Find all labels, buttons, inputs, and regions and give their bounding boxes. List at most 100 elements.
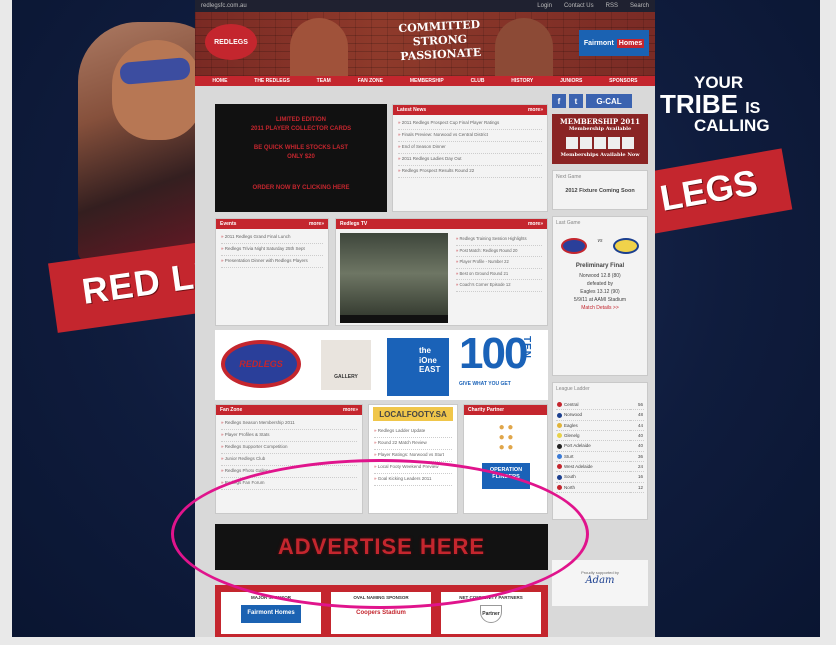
last-game-title: Preliminary Final [575,263,625,269]
ione-east-logo[interactable]: the iOne EAST [387,338,449,396]
team-color-icon [557,474,562,480]
list-item[interactable]: Round 22 Match Review [374,438,452,450]
ladder-team-cell: Eagles [556,420,631,431]
feature-line-4: ONLY $20 [287,154,315,160]
last-game-venue: 5/9/11 at AAMI Stadium [573,296,627,303]
nav-club[interactable]: CLUB [471,78,485,84]
ladder-points: 40 [630,440,644,452]
top-link-contact[interactable]: Contact Us [564,3,594,9]
top-link-login[interactable]: Login [537,3,552,9]
last-game-score-1: Norwood 12.8 (80) [579,272,621,279]
major-sponsor-logo: Fairmont Homes [241,605,301,623]
hundred-ten-logo[interactable]: 100 TEN GIVE WHAT YOU GET [459,332,543,396]
nav-juniors[interactable]: JUNIORS [560,78,582,84]
membership-footer: Memberships Available Now [560,152,640,158]
ladder-row[interactable]: South 16 [556,471,644,483]
header-sponsor-logo[interactable]: Fairmont Homes [579,30,649,56]
sponsor-part-1: Fairmont [583,39,614,47]
fan-zone-header: Fan Zone more» [216,405,362,415]
ladder-team-name: Port Adelaide [564,443,591,449]
list-item[interactable]: Best on Ground Round 21 [456,269,542,281]
ten-word: TEN [521,336,532,359]
latest-news-more-link[interactable]: more» [528,107,543,113]
count-box [594,137,606,149]
ladder-row[interactable]: West Adelaide 24 [556,461,644,473]
list-item[interactable]: Post Match: Redlegs Round 20 [456,246,542,258]
top-link-rss[interactable]: RSS [606,3,618,9]
feature-line-2: 2011 PLAYER COLLECTOR CARDS [250,126,352,132]
list-item[interactable]: 2011 Redlegs Ladies Day Out [398,154,542,166]
ladder-team-name: West Adelaide [564,463,593,469]
list-item[interactable]: 2011 Redlegs Prospect Cup Final Player R… [398,118,542,130]
sponsor-part-2: Homes [616,38,645,48]
order-now-link[interactable]: ORDER NOW BY CLICKING HERE [215,184,387,193]
ione-line-1: the [419,346,431,355]
events-header: Events more» [216,219,328,229]
list-item[interactable]: Redlegs Season Membership 2011 [221,418,357,430]
google-calendar-icon[interactable]: G-CAL [586,94,632,108]
count-box [608,137,620,149]
ladder-points: 12 [630,482,644,493]
count-box [566,137,578,149]
ladder-team-cell: South [556,471,631,483]
give-slogan: GIVE WHAT YOU GET [459,381,511,387]
redlegs-logo[interactable]: REDLEGS [205,24,257,60]
ladder-row[interactable]: Sturt 36 [556,451,644,462]
tribe-word: TRIBE [660,89,738,119]
fan-zone-more-link[interactable]: more» [343,407,358,413]
ladder-row[interactable]: Central 56 [556,400,644,411]
membership-widget[interactable]: MEMBERSHIP 2011 Membership Available Mem… [552,114,648,164]
nav-sponsors[interactable]: SPONSORS [609,78,637,84]
ladder-row[interactable]: Norwood 48 [556,409,644,421]
list-item[interactable]: Redlegs Ladder Update [374,426,452,438]
list-item[interactable]: Player Profile - Number 22 [456,257,542,269]
facebook-icon[interactable]: f [552,94,566,108]
ladder-row[interactable]: North 12 [556,482,644,493]
ladder-row[interactable]: Glenelg 40 [556,430,644,442]
top-link-search[interactable]: Search [630,3,649,9]
list-item[interactable]: Redlegs Training Session Highlights [456,234,542,246]
list-item[interactable]: Redlegs Trivia Night Saturday 25th Sept [221,244,323,256]
page-background: RED LE LEGS YOUR TRIBE IS CALLING redleg… [12,0,820,637]
last-game-score-2: Eagles 13.12 (90) [580,288,620,295]
nav-team[interactable]: TEAM [317,78,331,84]
nav-home[interactable]: HOME [212,78,227,84]
nav-membership[interactable]: MEMBERSHIP [410,78,444,84]
home-team-logo [561,238,588,254]
twitter-icon[interactable]: t [569,94,583,108]
list-item[interactable]: Coach's Corner Episode 12 [456,280,542,293]
ladder-row[interactable]: Port Adelaide 40 [556,440,644,452]
list-item[interactable]: 2011 Redlegs Grand Final Lunch [221,232,323,244]
ladder-team-name: Sturt [564,453,574,459]
is-word: IS [745,100,761,117]
list-item[interactable]: Finals Preview: Norwood vs Central Distr… [398,130,542,142]
team-color-icon [557,443,562,449]
latest-news-list: 2011 Redlegs Prospect Cup Final Player R… [393,115,547,181]
feature-line-3: BE QUICK WHILE STOCKS LAST [253,145,349,151]
local-footy-logo[interactable]: LOCALFOOTY.SA [373,407,453,421]
header-tagline: COMMITTED STRONG PASSIONATE [384,17,496,64]
nav-the-redlegs[interactable]: THE REDLEGS [254,78,290,84]
redlegs-logo-large[interactable]: REDLEGS [221,340,301,388]
list-item[interactable]: Redlegs Supporter Competition [221,442,357,454]
nav-history[interactable]: HISTORY [511,78,533,84]
ladder-row[interactable]: Eagles 44 [556,420,644,431]
nav-fan-zone[interactable]: FAN ZONE [358,78,383,84]
events-more-link[interactable]: more» [309,221,324,227]
list-item[interactable]: Presentation Dinner with Redlegs Players [221,256,323,268]
events-panel: Events more» 2011 Redlegs Grand Final Lu… [215,218,329,326]
team-color-icon [557,464,562,470]
list-item[interactable]: Player Profiles & Stats [221,430,357,442]
list-item[interactable]: Redlegs Prospect Results Round 22 [398,166,542,178]
ladder-team-name: Glenelg [564,432,580,438]
ladder-team-name: Eagles [564,422,578,428]
feature-banner[interactable]: LIMITED EDITION 2011 PLAYER COLLECTOR CA… [215,104,387,212]
video-player[interactable] [340,233,448,323]
video-controls[interactable] [340,315,448,323]
list-item[interactable]: End of Season Dinner [398,142,542,154]
match-details-link[interactable]: Match Details >> [581,305,619,311]
ladder-points: 40 [630,430,644,442]
count-box [622,137,634,149]
gallery-link[interactable]: GALLERY [321,340,371,390]
tv-more-link[interactable]: more» [528,221,543,227]
